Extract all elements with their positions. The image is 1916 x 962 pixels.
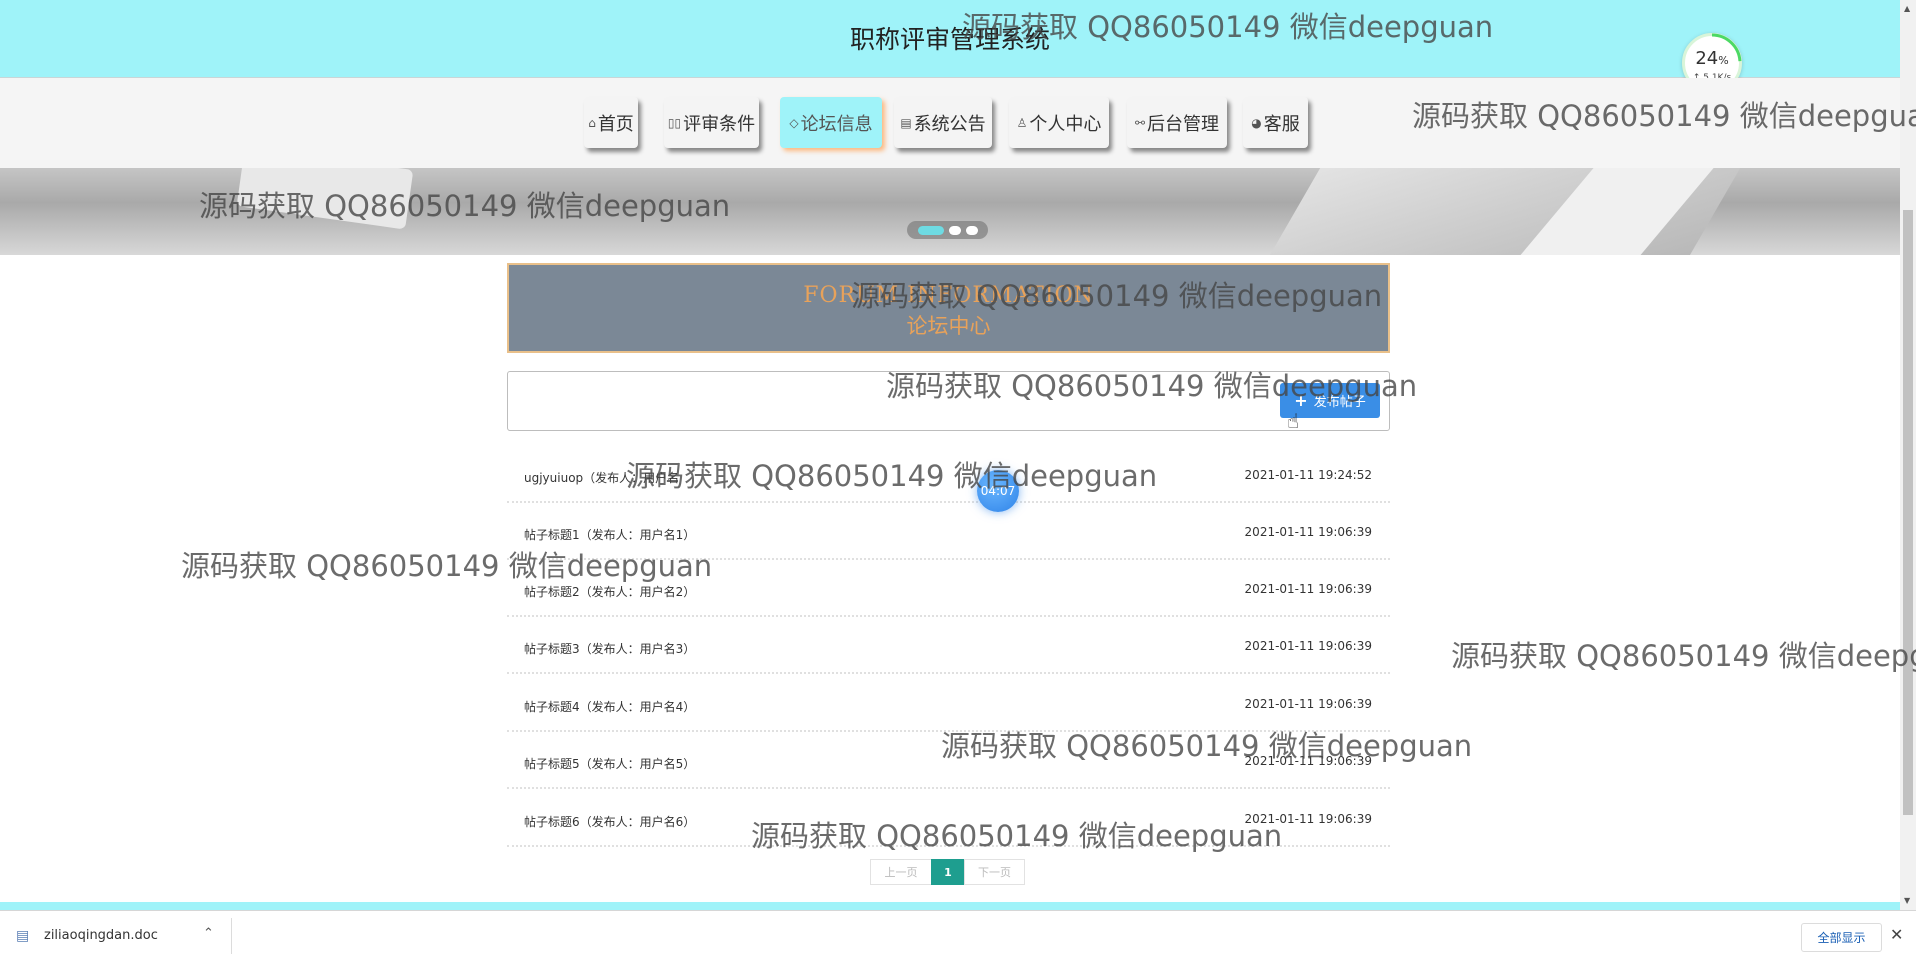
service-icon: ◕ [1251, 115, 1262, 130]
nav-item-customer-service[interactable]: ◕ 客服 [1243, 97, 1308, 148]
download-divider [231, 918, 232, 954]
speed-percent: 24 [1695, 48, 1719, 69]
carousel-indicator [907, 221, 988, 239]
nav-item-label: 论坛信息 [800, 113, 873, 135]
nav-item-label: 客服 [1263, 113, 1300, 135]
carousel-dot-3[interactable] [965, 225, 978, 235]
download-file-name[interactable]: ziliaoqingdan.doc [44, 928, 158, 943]
site-header: 职称评审管理系统 [0, 0, 1900, 78]
pager-page-1[interactable]: 1 [931, 859, 965, 885]
speed-percent-unit: % [1718, 54, 1729, 67]
forum-title-en: FORUM INFORMATION [803, 283, 1094, 308]
recording-timer[interactable]: 04:07 [977, 470, 1019, 512]
hand-cursor-icon: ☝ [1287, 409, 1300, 433]
post-title[interactable]: 帖子标题1（发布人：用户名1） [524, 526, 695, 543]
post-row[interactable]: 帖子标题2（发布人：用户名2） 2021-01-11 19:06:39 [507, 560, 1390, 617]
nav-item-forum[interactable]: ◇ 论坛信息 [780, 97, 882, 148]
notice-icon: ▤ [900, 115, 912, 130]
footer-strip [0, 902, 1900, 910]
nav-item-label: 系统公告 [913, 113, 986, 135]
post-time: 2021-01-11 19:06:39 [1244, 582, 1372, 596]
post-time: 2021-01-11 19:24:52 [1244, 468, 1372, 482]
scroll-down-icon[interactable]: ▼ [1904, 896, 1910, 905]
post-row[interactable]: 帖子标题1（发布人：用户名1） 2021-01-11 19:06:39 [507, 503, 1390, 560]
post-row[interactable]: 帖子标题4（发布人：用户名4） 2021-01-11 19:06:39 [507, 675, 1390, 732]
document-icon: ▤ [16, 928, 30, 944]
post-toolbar [507, 371, 1390, 431]
publish-post-label: 发布帖子 [1313, 395, 1366, 410]
post-time: 2021-01-11 19:06:39 [1244, 697, 1372, 711]
plus-icon: + [1294, 391, 1308, 410]
book-icon: ▯▯ [667, 115, 682, 130]
nav-item-label: 首页 [597, 113, 634, 135]
post-title[interactable]: 帖子标题4（发布人：用户名4） [524, 698, 695, 715]
close-icon[interactable]: ✕ [1890, 925, 1903, 944]
post-row[interactable]: 帖子标题5（发布人：用户名5） 2021-01-11 19:06:39 [507, 732, 1390, 789]
site-title: 职称评审管理系统 [849, 25, 1050, 54]
nav-item-admin[interactable]: ⚯ 后台管理 [1127, 97, 1227, 148]
post-row[interactable]: 帖子标题3（发布人：用户名3） 2021-01-11 19:06:39 [507, 617, 1390, 674]
nav-item-label: 后台管理 [1147, 113, 1220, 135]
post-title[interactable]: 帖子标题2（发布人：用户名2） [524, 583, 695, 600]
carousel-dot-2[interactable] [948, 225, 961, 235]
post-row[interactable]: ugjyuiuop（发布人：用户名 2021-01-11 19:24:52 [507, 446, 1390, 503]
forum-title-cn: 论坛中心 [906, 314, 991, 338]
nav-item-label: 个人中心 [1029, 113, 1102, 135]
banner-carousel [0, 168, 1900, 255]
pager-prev-button[interactable]: 上一页 [870, 859, 932, 885]
post-title[interactable]: 帖子标题3（发布人：用户名3） [524, 640, 695, 657]
post-time: 2021-01-11 19:06:39 [1244, 525, 1372, 539]
banner-image-phone [236, 168, 414, 230]
post-row[interactable]: 帖子标题6（发布人：用户名6） 2021-01-11 19:06:39 [507, 790, 1390, 847]
post-title[interactable]: ugjyuiuop（发布人：用户名 [524, 469, 679, 486]
nav-item-label: 评审条件 [683, 113, 756, 135]
scroll-up-icon[interactable]: ▲ [1904, 4, 1910, 13]
home-icon: ⌂ [588, 115, 596, 130]
browser-viewport: 职称评审管理系统 24% ↑ 5.1K/s ⌂首页 ▯▯评审条件 ◇论坛信息 ▤… [0, 0, 1916, 962]
watermark-text: 源码获取 QQ86050149 微信deepguan [1451, 639, 1916, 673]
user-icon: ♙ [1016, 115, 1028, 130]
tag-icon: ◇ [789, 115, 799, 130]
chevron-up-icon[interactable]: ⌃ [203, 926, 214, 941]
nav-item-announcements[interactable]: ▤ 系统公告 [894, 97, 992, 148]
show-all-downloads-button[interactable]: 全部显示 [1801, 923, 1882, 952]
nav-item-home[interactable]: ⌂ 首页 [584, 97, 638, 148]
download-bar [0, 910, 1916, 962]
pager-next-button[interactable]: 下一页 [964, 859, 1025, 885]
post-time: 2021-01-11 19:06:39 [1244, 639, 1372, 653]
post-title[interactable]: 帖子标题6（发布人：用户名6） [524, 813, 695, 830]
forum-title-box: FORUM INFORMATION 论坛中心 [507, 263, 1390, 353]
post-time: 2021-01-11 19:06:39 [1244, 812, 1372, 826]
nav-item-review-conditions[interactable]: ▯▯ 评审条件 [664, 97, 759, 148]
carousel-dot-1[interactable] [917, 225, 944, 235]
link-icon: ⚯ [1134, 115, 1146, 130]
post-time: 2021-01-11 19:06:39 [1244, 754, 1372, 768]
nav-item-personal-center[interactable]: ♙ 个人中心 [1009, 97, 1109, 148]
scrollbar-thumb[interactable] [1903, 210, 1913, 815]
post-title[interactable]: 帖子标题5（发布人：用户名5） [524, 755, 695, 772]
